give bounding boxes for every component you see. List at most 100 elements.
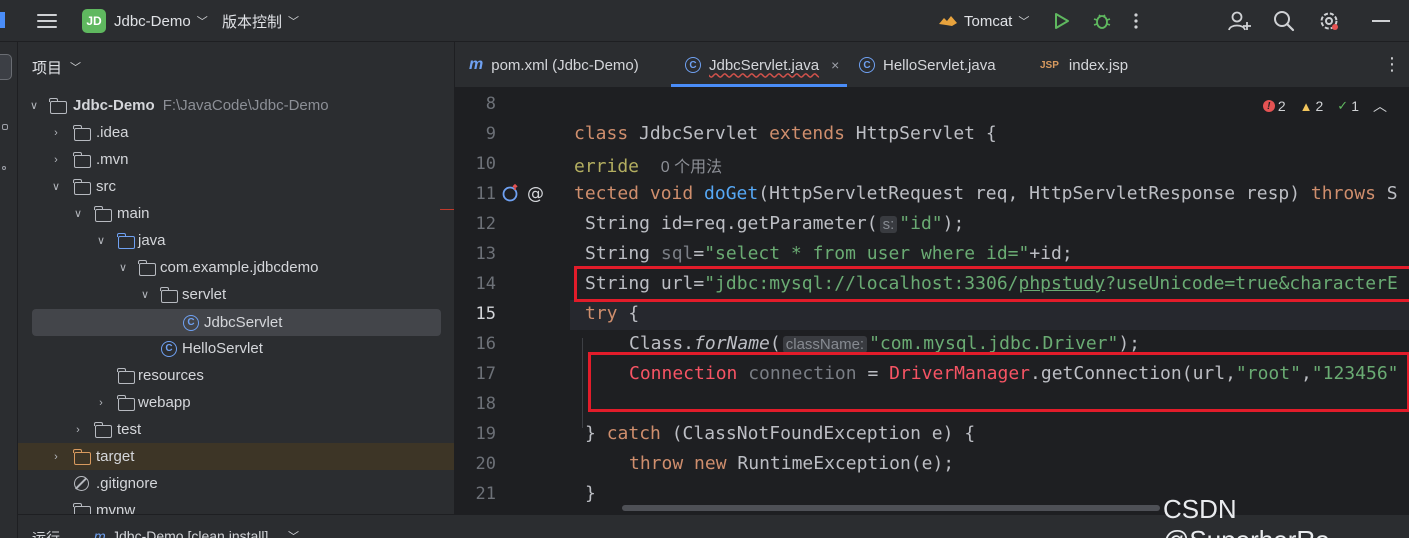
run-config-selector[interactable]: Tomcat ﹀ [938,0,1029,42]
active-tab-indicator [671,84,847,87]
expand-arrow-icon[interactable]: ∨ [95,234,107,247]
chevron-down-icon[interactable]: ﹀ [288,528,299,538]
ignore-file-icon [74,476,89,491]
project-badge-icon: JD [82,9,106,33]
tree-item[interactable]: › .mvn [18,146,454,173]
java-class-icon: C [859,57,875,73]
expand-arrow-icon[interactable]: ∨ [117,261,129,274]
vcs-menu[interactable]: 版本控制 ﹀ [222,0,299,42]
expand-arrow-icon[interactable]: › [72,424,84,436]
main-menu-icon[interactable] [36,0,58,42]
tree-item-label: JdbcServlet [204,314,283,331]
expand-arrow-icon[interactable]: › [50,154,62,166]
tree-item[interactable]: resources [18,362,454,389]
chevron-down-icon: ﹀ [288,16,300,28]
module-folder-icon [49,98,67,114]
tab-pom-xml[interactable]: m pom.xml (Jdbc-Demo) [469,42,639,88]
expand-arrow-icon[interactable]: ∨ [72,207,84,220]
code-line-13: String sql="select * from user where id=… [585,243,1073,264]
more-actions-icon[interactable] [1133,0,1139,42]
java-class-icon: C [685,57,701,73]
expand-arrow-icon[interactable]: ∨ [139,288,151,301]
line-number: 18 [475,394,496,414]
expand-arrow-icon[interactable]: › [95,397,107,409]
folder-icon [73,152,91,168]
tree-item[interactable]: mvnw [18,497,454,514]
line-number: 8 [485,94,496,114]
overrides-method-icon[interactable] [502,184,520,202]
expand-arrow-icon[interactable]: › [50,127,62,139]
tab-helloservlet[interactable]: C HelloServlet.java [859,42,996,88]
warning-count[interactable]: ▲ 2 [1300,98,1324,114]
close-icon[interactable]: × [831,57,839,73]
annotation-icon[interactable]: @ [526,184,544,202]
play-icon [1055,13,1069,29]
project-name: Jdbc-Demo [114,12,191,30]
code-editor[interactable]: ! 2 ▲ 2 ✓ 1 ︿ class JdbcServlet extends Htt… [570,88,1409,514]
tree-item[interactable]: C HelloServlet [18,335,454,362]
tree-item-label: .mvn [96,151,129,168]
tree-item[interactable]: ∨ com.example.jdbcdemo [18,254,454,281]
folder-icon [94,422,112,438]
code-line-12: String id=req.getParameter(s: "id"); [585,213,965,234]
title-bar: JD Jdbc-Demo ﹀ 版本控制 ﹀ Tomcat ﹀ [0,0,1409,42]
tree-item-excluded[interactable]: › target [18,443,454,470]
editor-hscrollbar[interactable] [622,505,1160,511]
current-line-highlight [570,300,1409,330]
editor-tab-bar: m pom.xml (Jdbc-Demo) C JdbcServlet.java… [455,42,1409,88]
expand-arrow-icon[interactable]: ∨ [50,180,62,193]
code-line-15: try { [585,303,640,324]
project-panel-header[interactable]: 项目 ﹀ [32,42,81,92]
tree-item[interactable]: ∨ servlet [18,281,454,308]
tree-item-label: .gitignore [96,475,158,492]
tree-item[interactable]: .gitignore [18,470,454,497]
chevron-up-icon[interactable]: ︿ [1373,96,1387,116]
tree-item-root[interactable]: ∨ Jdbc-Demo F:\JavaCode\Jdbc-Demo [18,92,454,119]
line-number: 14 [475,274,496,294]
line-number: 12 [475,214,496,234]
run-tab-label[interactable]: 运行 [32,528,60,538]
code-line-9: class JdbcServlet extends HttpServlet { [574,123,997,144]
tree-item-label: mvnw [96,502,136,514]
tree-item[interactable]: ∨ main [18,200,454,227]
line-number: 16 [475,334,496,354]
ok-count[interactable]: ✓ 1 [1337,98,1359,114]
project-panel-title: 项目 [32,59,63,77]
package-icon [138,260,156,276]
project-panel: 项目 ﹀ ∨ Jdbc-Demo F:\JavaCode\Jdbc-Demo › … [18,42,454,514]
tool-icon[interactable] [2,124,8,130]
tomcat-icon [939,16,957,26]
tree-item[interactable]: › webapp [18,389,454,416]
line-number: 9 [485,124,496,144]
project-tool-button[interactable] [0,54,12,80]
editor-gutter: 8 9 10 11 12 13 14 15 16 17 18 19 20 21 … [455,88,570,514]
vcs-label: 版本控制 [222,13,283,31]
expand-arrow-icon[interactable]: ∨ [28,99,40,112]
search-icon[interactable] [1273,0,1295,42]
tree-item-selected[interactable]: C JdbcServlet [32,309,441,336]
add-user-icon[interactable] [1228,0,1252,42]
debug-button[interactable] [1092,0,1112,42]
code-line-16: Class.forName(className: "com.mysql.jdbc.… [629,333,1141,354]
minimize-icon[interactable] [1372,0,1390,42]
run-target-label[interactable]: Jdbc-Demo [clean,install] [112,528,268,538]
tree-item[interactable]: › .idea [18,119,454,146]
tree-item[interactable]: ∨ java [18,227,454,254]
tool-icon[interactable] [2,166,6,170]
inspection-widget[interactable]: ! 2 ▲ 2 ✓ 1 ︿ [1262,96,1387,116]
error-count[interactable]: ! 2 [1262,98,1286,114]
web-folder-icon [117,395,135,411]
excluded-folder-icon [73,449,91,465]
java-class-icon: C [161,340,177,357]
tab-index-jsp[interactable]: JSP index.jsp [1040,42,1128,88]
tree-item[interactable]: › test [18,416,454,443]
run-config-label: Tomcat [964,12,1013,30]
more-tabs-icon[interactable]: ⋮ [1383,54,1401,75]
expand-arrow-icon[interactable]: › [50,451,62,463]
project-switcher[interactable]: JD Jdbc-Demo ﹀ [82,0,208,42]
run-button[interactable] [1054,0,1070,42]
gear-icon[interactable] [1318,0,1340,42]
svg-text:@: @ [527,184,544,202]
tree-item[interactable]: ∨ src [18,173,454,200]
tab-jdbcservlet[interactable]: C JdbcServlet.java × [685,42,839,88]
